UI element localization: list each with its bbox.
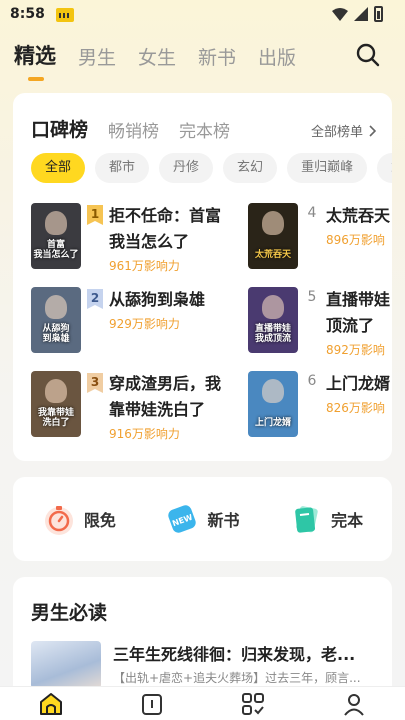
app-notification-icon: [56, 8, 74, 22]
quick-link-free[interactable]: 限免: [42, 502, 116, 536]
cover-title: 直播带娃 我成顶流: [254, 324, 291, 345]
tab-female[interactable]: 女生: [138, 43, 176, 70]
book-title: 从舔狗到枭雄: [109, 290, 206, 309]
book-description: 【出轨+虐恋+追夫火葬场】过去三年，顾言...: [113, 671, 361, 685]
book-influence: 961万影响力: [109, 259, 180, 273]
book-title: 穿成渣男后，我靠带娃洗白了: [109, 374, 222, 419]
book-cover: 太荒吞天: [248, 203, 298, 269]
cover-title: 太荒吞天: [254, 250, 291, 261]
tab-completed-rank[interactable]: 完本榜: [179, 117, 230, 142]
wifi-icon: [332, 8, 348, 21]
cover-title: 我靠带娃 洗白了: [37, 408, 74, 429]
ranking-tabs: 口碑榜 畅销榜 完本榜: [31, 115, 230, 142]
top-tabs: 精选 男生 女生 新书 出版: [14, 40, 296, 81]
tab-publishing[interactable]: 出版: [258, 43, 296, 70]
quick-link-label: 限免: [83, 511, 116, 530]
stopwatch-icon: [44, 506, 73, 535]
book-title: 太荒吞天: [326, 206, 391, 225]
home-icon: [39, 692, 62, 715]
quick-link-label: 新书: [207, 511, 240, 530]
quick-links-card: 限免 NEW 新书 完本: [13, 477, 392, 561]
genre-chips: 全部 都市 丹修 玄幻 重归巅峰 武: [31, 153, 392, 183]
nav-home[interactable]: [36, 689, 66, 719]
bottom-nav: [0, 686, 405, 720]
ranking-book-1[interactable]: 首富 我当怎么了 1 拒不任命：首富我当怎么了 961万影响力: [31, 203, 227, 274]
chip-martial[interactable]: 武: [377, 153, 392, 183]
all-rankings-link[interactable]: 全部榜单: [311, 121, 376, 140]
quick-link-new[interactable]: NEW 新书: [165, 502, 239, 536]
book-title[interactable]: 三年生死线徘徊：归来发现，老...: [113, 641, 373, 665]
book-influence: 896万影响: [326, 233, 385, 247]
rank-number: 4: [307, 205, 317, 221]
book-cover: 我靠带娃 洗白了: [31, 371, 81, 437]
tab-reputation-rank[interactable]: 口碑榜: [31, 115, 88, 142]
cover-title: 上门龙婿: [254, 418, 291, 429]
rank-number: 5: [307, 289, 317, 305]
ranking-book-2[interactable]: 从舔狗 到枭雄 2 从舔狗到枭雄 929万影响力: [31, 287, 205, 353]
all-rankings-label: 全部榜单: [310, 125, 363, 140]
book-cover: 直播带娃 我成顶流: [248, 287, 298, 353]
book-influence: 929万影响力: [109, 317, 180, 331]
chip-fantasy[interactable]: 玄幻: [223, 153, 278, 183]
book-title: 拒不任命：首富我当怎么了: [109, 206, 222, 251]
quick-link-completed[interactable]: 完本: [289, 502, 363, 536]
ranking-book-5[interactable]: 直播带娃 我成顶流 5 直播带娃顶流了 892万影响: [248, 287, 392, 358]
ranking-book-6[interactable]: 上门龙婿 6 上门龙婿 826万影响: [248, 371, 392, 437]
tab-featured[interactable]: 精选: [14, 40, 56, 81]
rank-badge: 2: [87, 289, 103, 309]
chip-all[interactable]: 全部: [31, 153, 86, 183]
category-icon: [242, 692, 265, 715]
chip-return-to-peak[interactable]: 重归巅峰: [287, 153, 368, 183]
rank-badge: 1: [87, 205, 103, 225]
tab-new-books[interactable]: 新书: [198, 43, 236, 70]
book-cover: 首富 我当怎么了: [31, 203, 81, 269]
new-tag-icon: NEW: [168, 505, 197, 533]
book-title: 直播带娃顶流了: [326, 290, 391, 335]
nav-profile[interactable]: [339, 689, 369, 719]
quick-link-label: 完本: [331, 511, 364, 530]
book-influence: 916万影响力: [109, 427, 180, 441]
search-icon[interactable]: [355, 42, 381, 68]
status-bar: 8:58: [0, 0, 405, 30]
cover-title: 从舔狗 到枭雄: [42, 324, 70, 345]
book-cover: 上门龙婿: [248, 371, 298, 437]
tab-male[interactable]: 男生: [78, 43, 116, 70]
tab-bestseller-rank[interactable]: 畅销榜: [108, 117, 159, 142]
chip-urban[interactable]: 都市: [95, 153, 150, 183]
cover-title: 首富 我当怎么了: [33, 240, 79, 261]
status-indicators: [332, 6, 383, 22]
book-influence: 892万影响: [326, 343, 385, 357]
battery-icon: [374, 6, 383, 22]
signal-icon: [354, 7, 368, 21]
bookshelf-icon: [141, 693, 162, 715]
section-title: 男生必读: [31, 602, 108, 624]
book-stack-icon: [295, 506, 318, 533]
profile-icon: [344, 693, 365, 716]
book-title: 上门龙婿: [326, 374, 391, 393]
book-influence: 826万影响: [326, 401, 385, 415]
nav-category[interactable]: [238, 689, 268, 719]
rank-badge: 3: [87, 373, 103, 393]
rank-number: 6: [307, 373, 317, 389]
ranking-book-3[interactable]: 我靠带娃 洗白了 3 穿成渣男后，我靠带娃洗白了 916万影响力: [31, 371, 227, 442]
book-cover[interactable]: [31, 641, 101, 689]
chevron-right-icon: [369, 124, 376, 137]
ranking-book-4[interactable]: 太荒吞天 4 太荒吞天 896万影响: [248, 203, 392, 269]
nav-bookshelf[interactable]: [137, 689, 167, 719]
chip-alchemy[interactable]: 丹修: [159, 153, 214, 183]
book-cover: 从舔狗 到枭雄: [31, 287, 81, 353]
rankings-card: 口碑榜 畅销榜 完本榜 全部榜单 全部 都市 丹修 玄幻 重归巅峰 武 首富 我…: [13, 93, 392, 461]
status-time: 8:58: [10, 6, 45, 22]
